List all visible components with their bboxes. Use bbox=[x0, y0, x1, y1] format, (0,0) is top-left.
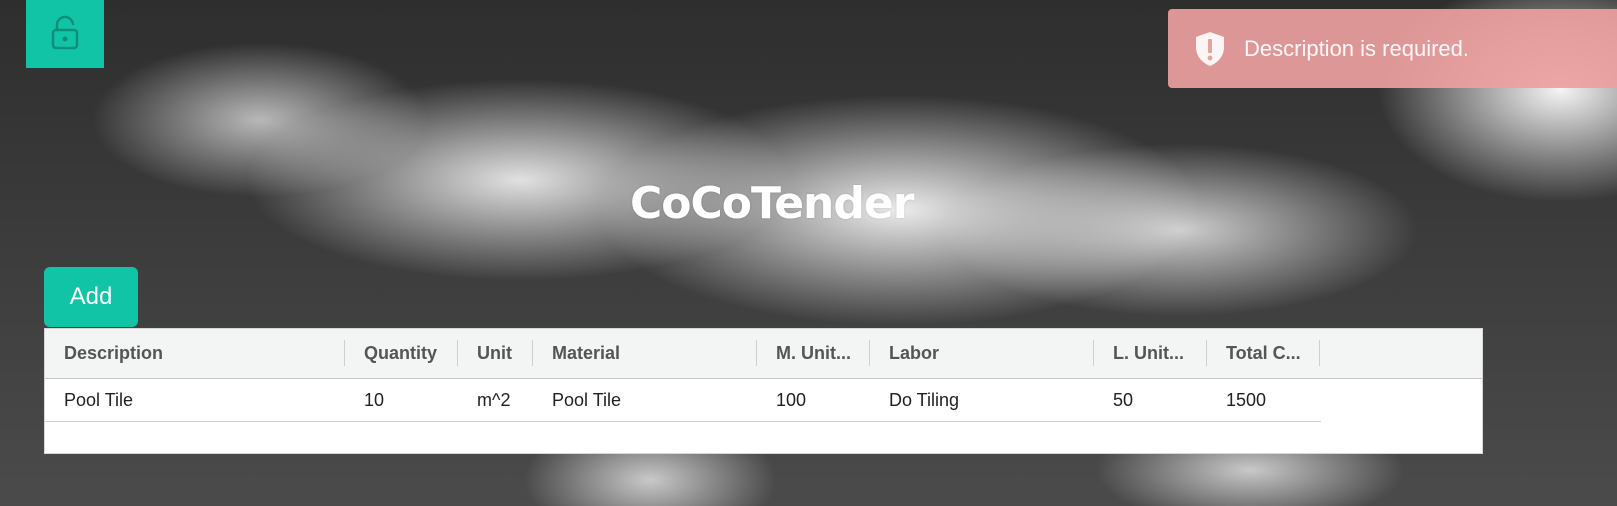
column-header-labor[interactable]: Labor bbox=[870, 329, 1094, 378]
cell-description: Pool Tile bbox=[64, 389, 134, 410]
lock-button[interactable] bbox=[26, 0, 104, 68]
add-button[interactable]: Add bbox=[44, 267, 138, 327]
column-header-description[interactable]: Description bbox=[45, 329, 345, 378]
column-header-material[interactable]: Material bbox=[533, 329, 757, 378]
table-header: Description Quantity Unit Material M. Un… bbox=[45, 329, 1482, 379]
cell-quantity: 10 bbox=[364, 389, 385, 410]
cell-labor-unit-price: 50 bbox=[1113, 389, 1134, 410]
app-title: CoCoTender bbox=[630, 178, 914, 229]
column-header-material-unit-price[interactable]: M. Unit... bbox=[757, 329, 870, 378]
lock-icon bbox=[50, 15, 80, 54]
cell-total-cost: 1500 bbox=[1226, 389, 1267, 410]
cell-material-unit-price: 100 bbox=[776, 389, 807, 410]
cell-material: Pool Tile bbox=[552, 389, 622, 410]
cell-unit: m^2 bbox=[477, 389, 511, 410]
cell-labor: Do Tiling bbox=[889, 389, 960, 410]
column-header-unit[interactable]: Unit bbox=[458, 329, 533, 378]
shield-exclamation-icon bbox=[1192, 29, 1228, 69]
column-header-total-cost[interactable]: Total C... bbox=[1207, 329, 1320, 378]
column-header-quantity[interactable]: Quantity bbox=[345, 329, 458, 378]
error-toast[interactable]: Description is required. bbox=[1168, 9, 1617, 88]
table-row[interactable]: Pool Tile 10 m^2 Pool Tile 100 Do Tiling… bbox=[45, 379, 1321, 422]
column-header-labor-unit-price[interactable]: L. Unit... bbox=[1094, 329, 1207, 378]
toast-message: Description is required. bbox=[1244, 35, 1469, 61]
items-table: Description Quantity Unit Material M. Un… bbox=[44, 328, 1483, 454]
